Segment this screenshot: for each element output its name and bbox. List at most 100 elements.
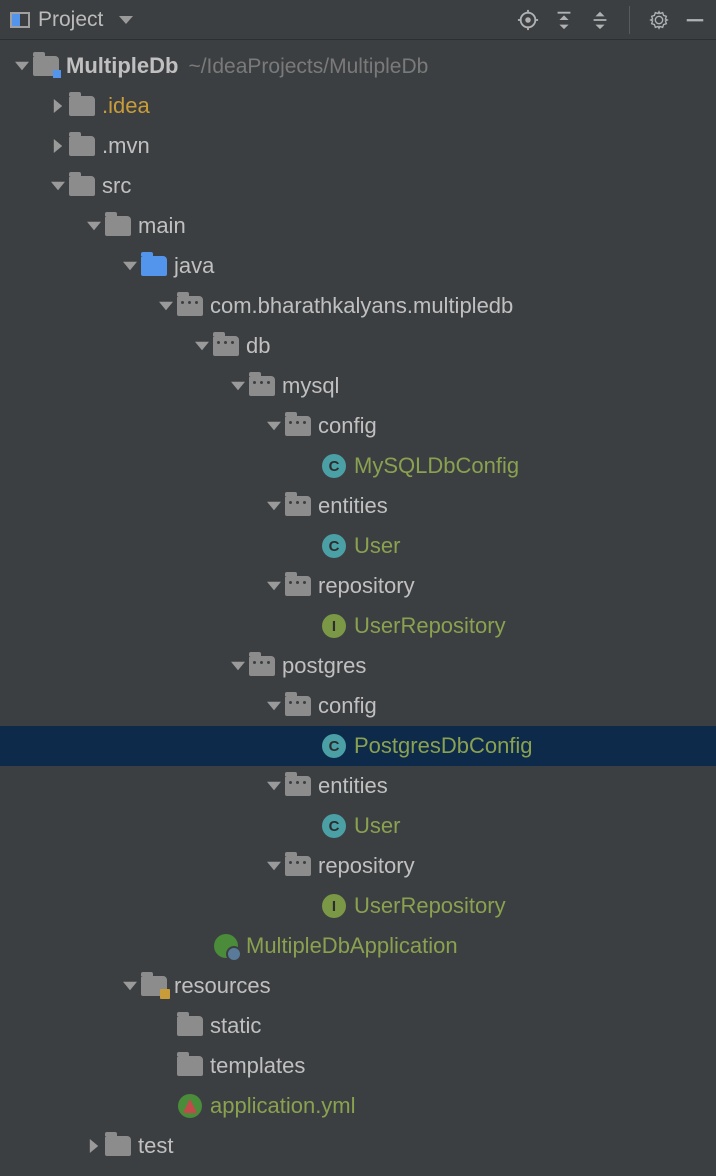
- arrow-spacer: [300, 616, 320, 636]
- tree-node-mysql-entities[interactable]: entities: [0, 486, 716, 526]
- tree-node-mysqldbconfig[interactable]: C MySQLDbConfig: [0, 446, 716, 486]
- node-label: repository: [318, 853, 415, 879]
- arrow-spacer: [300, 456, 320, 476]
- package-icon: [176, 296, 204, 316]
- minimize-icon[interactable]: [684, 9, 706, 31]
- tree-node-db[interactable]: db: [0, 326, 716, 366]
- chevron-down-icon[interactable]: [120, 256, 140, 276]
- node-label: entities: [318, 773, 388, 799]
- node-label: application.yml: [210, 1093, 356, 1119]
- dropdown-arrow-icon[interactable]: [119, 16, 133, 24]
- folder-icon: [176, 1056, 204, 1076]
- tree-node-resources[interactable]: resources: [0, 966, 716, 1006]
- chevron-down-icon[interactable]: [228, 656, 248, 676]
- tree-node-test[interactable]: test: [0, 1126, 716, 1166]
- tree-node-mysql-userrepo[interactable]: I UserRepository: [0, 606, 716, 646]
- tree-node-application-class[interactable]: MultipleDbApplication: [0, 926, 716, 966]
- tree-node-mysql-repo[interactable]: repository: [0, 566, 716, 606]
- arrow-spacer: [156, 1056, 176, 1076]
- tree-node-templates[interactable]: templates: [0, 1046, 716, 1086]
- node-label: src: [102, 173, 131, 199]
- tree-node-package[interactable]: com.bharathkalyans.multipledb: [0, 286, 716, 326]
- node-label: MySQLDbConfig: [354, 453, 519, 479]
- tree-node-java[interactable]: java: [0, 246, 716, 286]
- package-icon: [284, 776, 312, 796]
- folder-icon: [176, 1016, 204, 1036]
- node-label: UserRepository: [354, 613, 506, 639]
- chevron-down-icon[interactable]: [156, 296, 176, 316]
- chevron-down-icon[interactable]: [192, 336, 212, 356]
- arrow-spacer: [300, 816, 320, 836]
- tree-node-main[interactable]: main: [0, 206, 716, 246]
- package-icon: [284, 496, 312, 516]
- target-icon[interactable]: [517, 9, 539, 31]
- tree-node-mysql[interactable]: mysql: [0, 366, 716, 406]
- chevron-down-icon[interactable]: [12, 56, 32, 76]
- node-label: static: [210, 1013, 261, 1039]
- package-icon: [284, 416, 312, 436]
- spring-boot-icon: [212, 934, 240, 958]
- chevron-down-icon[interactable]: [264, 576, 284, 596]
- package-icon: [284, 696, 312, 716]
- toolbar-divider: [629, 6, 630, 34]
- folder-icon: [68, 176, 96, 196]
- toolbar-title[interactable]: Project: [38, 8, 103, 32]
- tree-node-root[interactable]: MultipleDb ~/IdeaProjects/MultipleDb: [0, 46, 716, 86]
- tree-node-postgres-user[interactable]: C User: [0, 806, 716, 846]
- node-label: test: [138, 1133, 173, 1159]
- tree-node-postgres-repo[interactable]: repository: [0, 846, 716, 886]
- expand-all-icon[interactable]: [553, 9, 575, 31]
- arrow-spacer: [300, 736, 320, 756]
- arrow-spacer: [300, 896, 320, 916]
- package-icon: [284, 576, 312, 596]
- chevron-right-icon[interactable]: [84, 1136, 104, 1156]
- folder-icon: [104, 216, 132, 236]
- class-icon: C: [320, 734, 348, 758]
- yaml-spring-icon: [176, 1094, 204, 1118]
- node-label: db: [246, 333, 270, 359]
- source-folder-icon: [140, 256, 168, 276]
- chevron-down-icon[interactable]: [228, 376, 248, 396]
- tree-node-idea[interactable]: .idea: [0, 86, 716, 126]
- toolbar: Project: [0, 0, 716, 40]
- chevron-right-icon[interactable]: [48, 96, 68, 116]
- tree-node-application-yml[interactable]: application.yml: [0, 1086, 716, 1126]
- collapse-all-icon[interactable]: [589, 9, 611, 31]
- resources-folder-icon: [140, 976, 168, 996]
- chevron-down-icon[interactable]: [48, 176, 68, 196]
- arrow-spacer: [156, 1096, 176, 1116]
- tree-node-postgres-entities[interactable]: entities: [0, 766, 716, 806]
- node-label: .mvn: [102, 133, 150, 159]
- gear-icon[interactable]: [648, 9, 670, 31]
- chevron-down-icon[interactable]: [264, 856, 284, 876]
- package-icon: [248, 656, 276, 676]
- tree-node-postgres-config[interactable]: config: [0, 686, 716, 726]
- package-icon: [284, 856, 312, 876]
- node-label: MultipleDb: [66, 53, 178, 79]
- class-icon: C: [320, 534, 348, 558]
- tree-node-mvn[interactable]: .mvn: [0, 126, 716, 166]
- package-icon: [248, 376, 276, 396]
- chevron-down-icon[interactable]: [264, 696, 284, 716]
- chevron-down-icon[interactable]: [264, 776, 284, 796]
- node-label: UserRepository: [354, 893, 506, 919]
- node-label: config: [318, 413, 377, 439]
- tree-node-static[interactable]: static: [0, 1006, 716, 1046]
- tree-node-postgres-userrepo[interactable]: I UserRepository: [0, 886, 716, 926]
- chevron-right-icon[interactable]: [48, 136, 68, 156]
- chevron-down-icon[interactable]: [264, 496, 284, 516]
- tree-node-src[interactable]: src: [0, 166, 716, 206]
- interface-icon: I: [320, 894, 348, 918]
- chevron-down-icon[interactable]: [120, 976, 140, 996]
- module-folder-icon: [32, 56, 60, 76]
- chevron-down-icon[interactable]: [84, 216, 104, 236]
- node-path: ~/IdeaProjects/MultipleDb: [188, 55, 428, 79]
- node-label: repository: [318, 573, 415, 599]
- chevron-down-icon[interactable]: [264, 416, 284, 436]
- tree-node-mysql-user[interactable]: C User: [0, 526, 716, 566]
- tree-node-postgresdbconfig[interactable]: C PostgresDbConfig: [0, 726, 716, 766]
- tree-node-mysql-config[interactable]: config: [0, 406, 716, 446]
- interface-icon: I: [320, 614, 348, 638]
- node-label: postgres: [282, 653, 366, 679]
- tree-node-postgres[interactable]: postgres: [0, 646, 716, 686]
